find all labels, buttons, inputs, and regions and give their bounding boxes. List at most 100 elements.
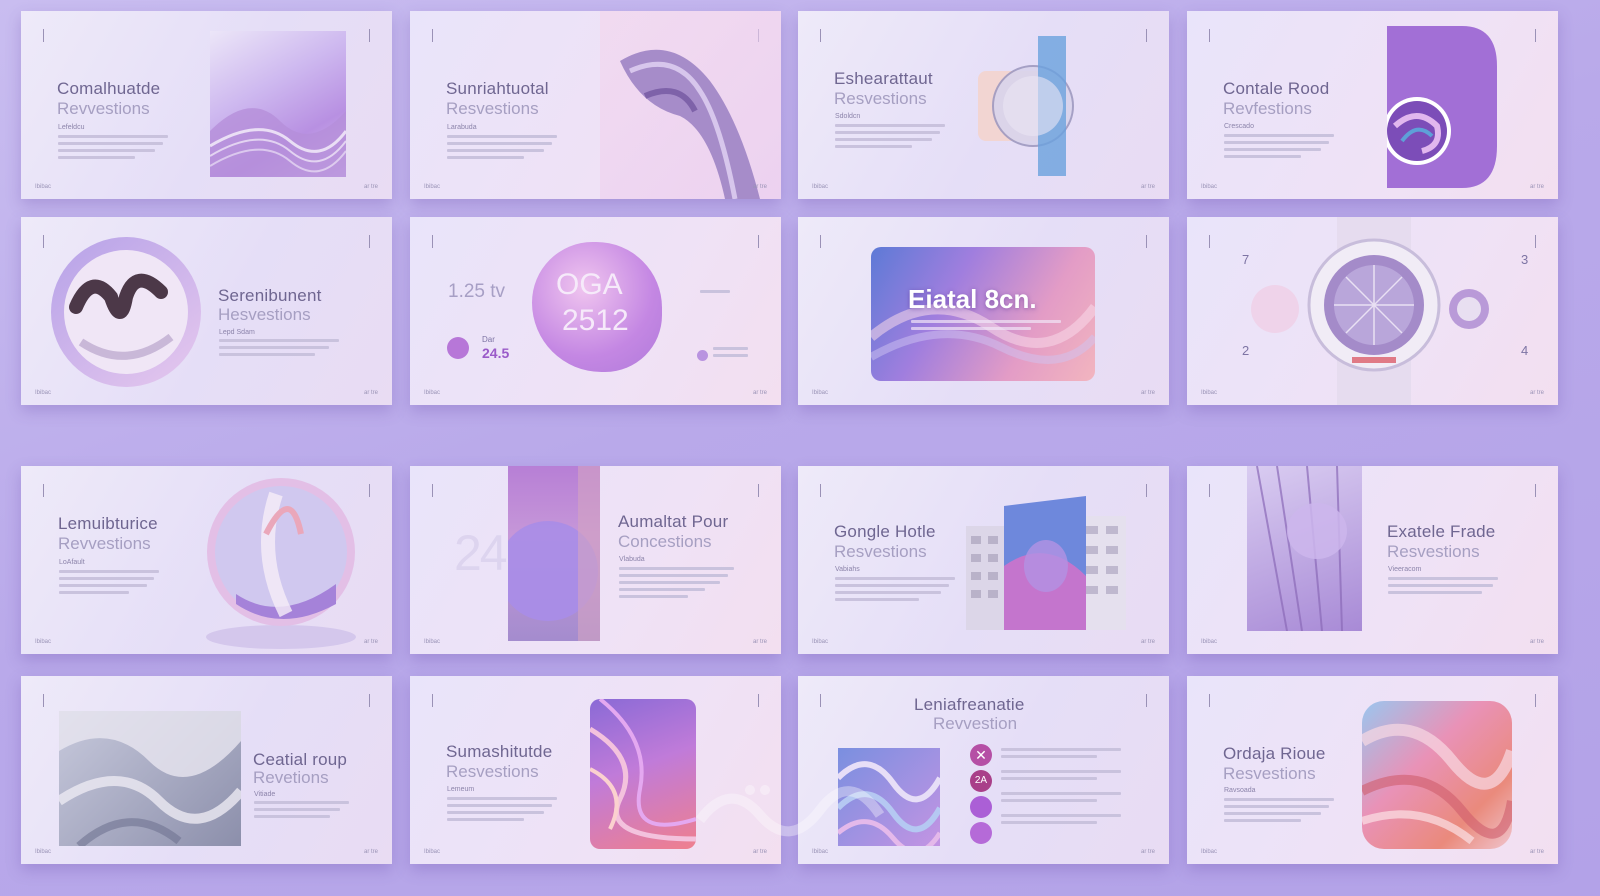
slide-13[interactable]: Ceatial roup Revetions Vitiade Ibibac ar…: [21, 676, 392, 864]
slide-mark: [1146, 235, 1147, 248]
footer-left: Ibibac: [35, 639, 52, 645]
slide-subtitle: Resvestions: [1223, 764, 1316, 783]
slide-1[interactable]: Comalhuatde Revvestions Lefeldcu Ibibac …: [21, 11, 392, 199]
footer-right: ar tre: [1140, 184, 1155, 190]
slide-title: Ceatial roup: [253, 750, 348, 769]
text-lines: [254, 801, 349, 822]
slide-mark: [43, 484, 44, 497]
footer-right: ar tre: [363, 849, 378, 855]
slide-label: Crescado: [1224, 123, 1254, 130]
slide-mark: [820, 29, 821, 42]
slide-8[interactable]: 7 2 3 4 Ibibac ar tre: [1187, 217, 1558, 405]
refresh-icon: [970, 796, 992, 818]
text-lines: [1001, 748, 1121, 828]
slide-mark: [820, 484, 821, 497]
footer-right: ar tre: [1529, 849, 1544, 855]
slide-5[interactable]: Serenibunent Hesvestions Lepd Sdam Ibiba…: [21, 217, 392, 405]
corner-number: 4: [1521, 343, 1529, 358]
artwork-image: [978, 36, 1098, 176]
slide-mark: [1535, 29, 1536, 42]
building-image: [1247, 466, 1362, 631]
slide-9[interactable]: Lemuibturice Revvestions LoAfault Ibibac…: [21, 466, 392, 654]
footer-left: Ibibac: [1201, 390, 1218, 396]
slide-label: Larabuda: [447, 124, 477, 131]
artwork-image: Eiatal 8cn.: [871, 247, 1095, 381]
slide-4[interactable]: Contale Rood Revfestions Crescado Ibibac…: [1187, 11, 1558, 199]
slide-12[interactable]: Exatele Frade Resvestions Vieeracom Ibib…: [1187, 466, 1558, 654]
slide-label: Lefeldcu: [58, 124, 85, 131]
artwork-image: [508, 466, 600, 641]
watch-image: [1247, 217, 1497, 405]
stat-number: 1.25 tv: [448, 281, 506, 302]
edit-icon: [970, 822, 992, 844]
slide-subtitle: Revfestions: [1223, 99, 1312, 118]
slide-mark: [758, 694, 759, 707]
footer-left: Ibibac: [812, 184, 829, 190]
slide-mark: [432, 484, 433, 497]
slide-label: Lemeum: [447, 786, 475, 793]
chart-icon: [447, 337, 469, 359]
slide-11[interactable]: Gongle Hotle Resvestions Vabiahs Ibibac …: [798, 466, 1169, 654]
slide-mark: [369, 235, 370, 248]
slide-title: Eshearattaut: [834, 69, 933, 88]
bullet-icon: [697, 350, 708, 361]
text-lines: [1224, 798, 1334, 826]
slide-mark: [1209, 694, 1210, 707]
artwork-image: [51, 237, 201, 387]
footer-left: Ibibac: [424, 184, 441, 190]
footer-right: ar tre: [1529, 184, 1544, 190]
text-lines: [58, 135, 168, 163]
slide-mark: [1209, 29, 1210, 42]
slide-label: Vitiade: [254, 791, 276, 798]
artwork-image: [59, 711, 241, 846]
text-lines: [835, 577, 955, 605]
slide-subtitle: Resvestions: [1387, 542, 1480, 561]
badge-blob: OGA 2512: [532, 242, 662, 372]
slide-title: Serenibunent: [218, 286, 322, 305]
slide-label: Vieeracom: [1388, 566, 1422, 573]
footer-left: Ibibac: [35, 390, 52, 396]
slide-2[interactable]: Sunriahtuotal Resvestions Larabuda Ibiba…: [410, 11, 781, 199]
slide-mark: [1535, 484, 1536, 497]
slide-mark: [1146, 694, 1147, 707]
footer-right: ar tre: [752, 184, 767, 190]
slide-mark: [758, 484, 759, 497]
footer-left: Ibibac: [812, 639, 829, 645]
slide-title: Sunriahtuotal: [446, 79, 549, 98]
hero-title: Eiatal 8cn.: [908, 284, 1037, 314]
footer-left: Ibibac: [1201, 849, 1218, 855]
slide-mark: [1146, 29, 1147, 42]
footer-right: ar tre: [1140, 390, 1155, 396]
footer-right: ar tre: [1529, 639, 1544, 645]
slide-mark: [1209, 235, 1210, 248]
slide-7[interactable]: Eiatal 8cn. Ibibac ar tre: [798, 217, 1169, 405]
footer-left: Ibibac: [424, 639, 441, 645]
stat-label: Dar: [482, 335, 495, 344]
badge-icon-text: 2A: [974, 775, 988, 786]
slide-mark: [1209, 484, 1210, 497]
slide-mark: [1146, 484, 1147, 497]
slide-label: Vlabuda: [619, 556, 645, 563]
slide-6[interactable]: 1.25 tv Dar 24.5 OGA 2512 Ibibac ar tre: [410, 217, 781, 405]
slide-label: Ravsoada: [1224, 787, 1256, 794]
footer-right: ar tre: [1529, 390, 1544, 396]
text-lines: [700, 290, 730, 297]
footer-left: Ibibac: [424, 849, 441, 855]
slide-mark: [369, 484, 370, 497]
slide-10[interactable]: 2415 Aumaltat Pour Concestions Vlabuda I…: [410, 466, 781, 654]
text-lines: [835, 124, 945, 152]
slide-mark: [758, 235, 759, 248]
slide-mark: [369, 29, 370, 42]
slide-subtitle: Resvestions: [446, 762, 539, 781]
stat-value: 24.5: [482, 345, 510, 361]
corner-number: 3: [1521, 252, 1529, 267]
slide-3[interactable]: Eshearattaut Resvestions Sdoldcn Ibibac …: [798, 11, 1169, 199]
slide-mark: [432, 694, 433, 707]
artwork-image: [210, 31, 346, 177]
slide-16[interactable]: Ordaja Rioue Resvestions Ravsoada Ibibac…: [1187, 676, 1558, 864]
slide-subtitle: Concestions: [618, 532, 712, 551]
slide-mark: [1535, 235, 1536, 248]
slide-subtitle: Revvestions: [57, 99, 150, 118]
text-lines: [713, 347, 748, 361]
text-lines: [447, 797, 557, 825]
